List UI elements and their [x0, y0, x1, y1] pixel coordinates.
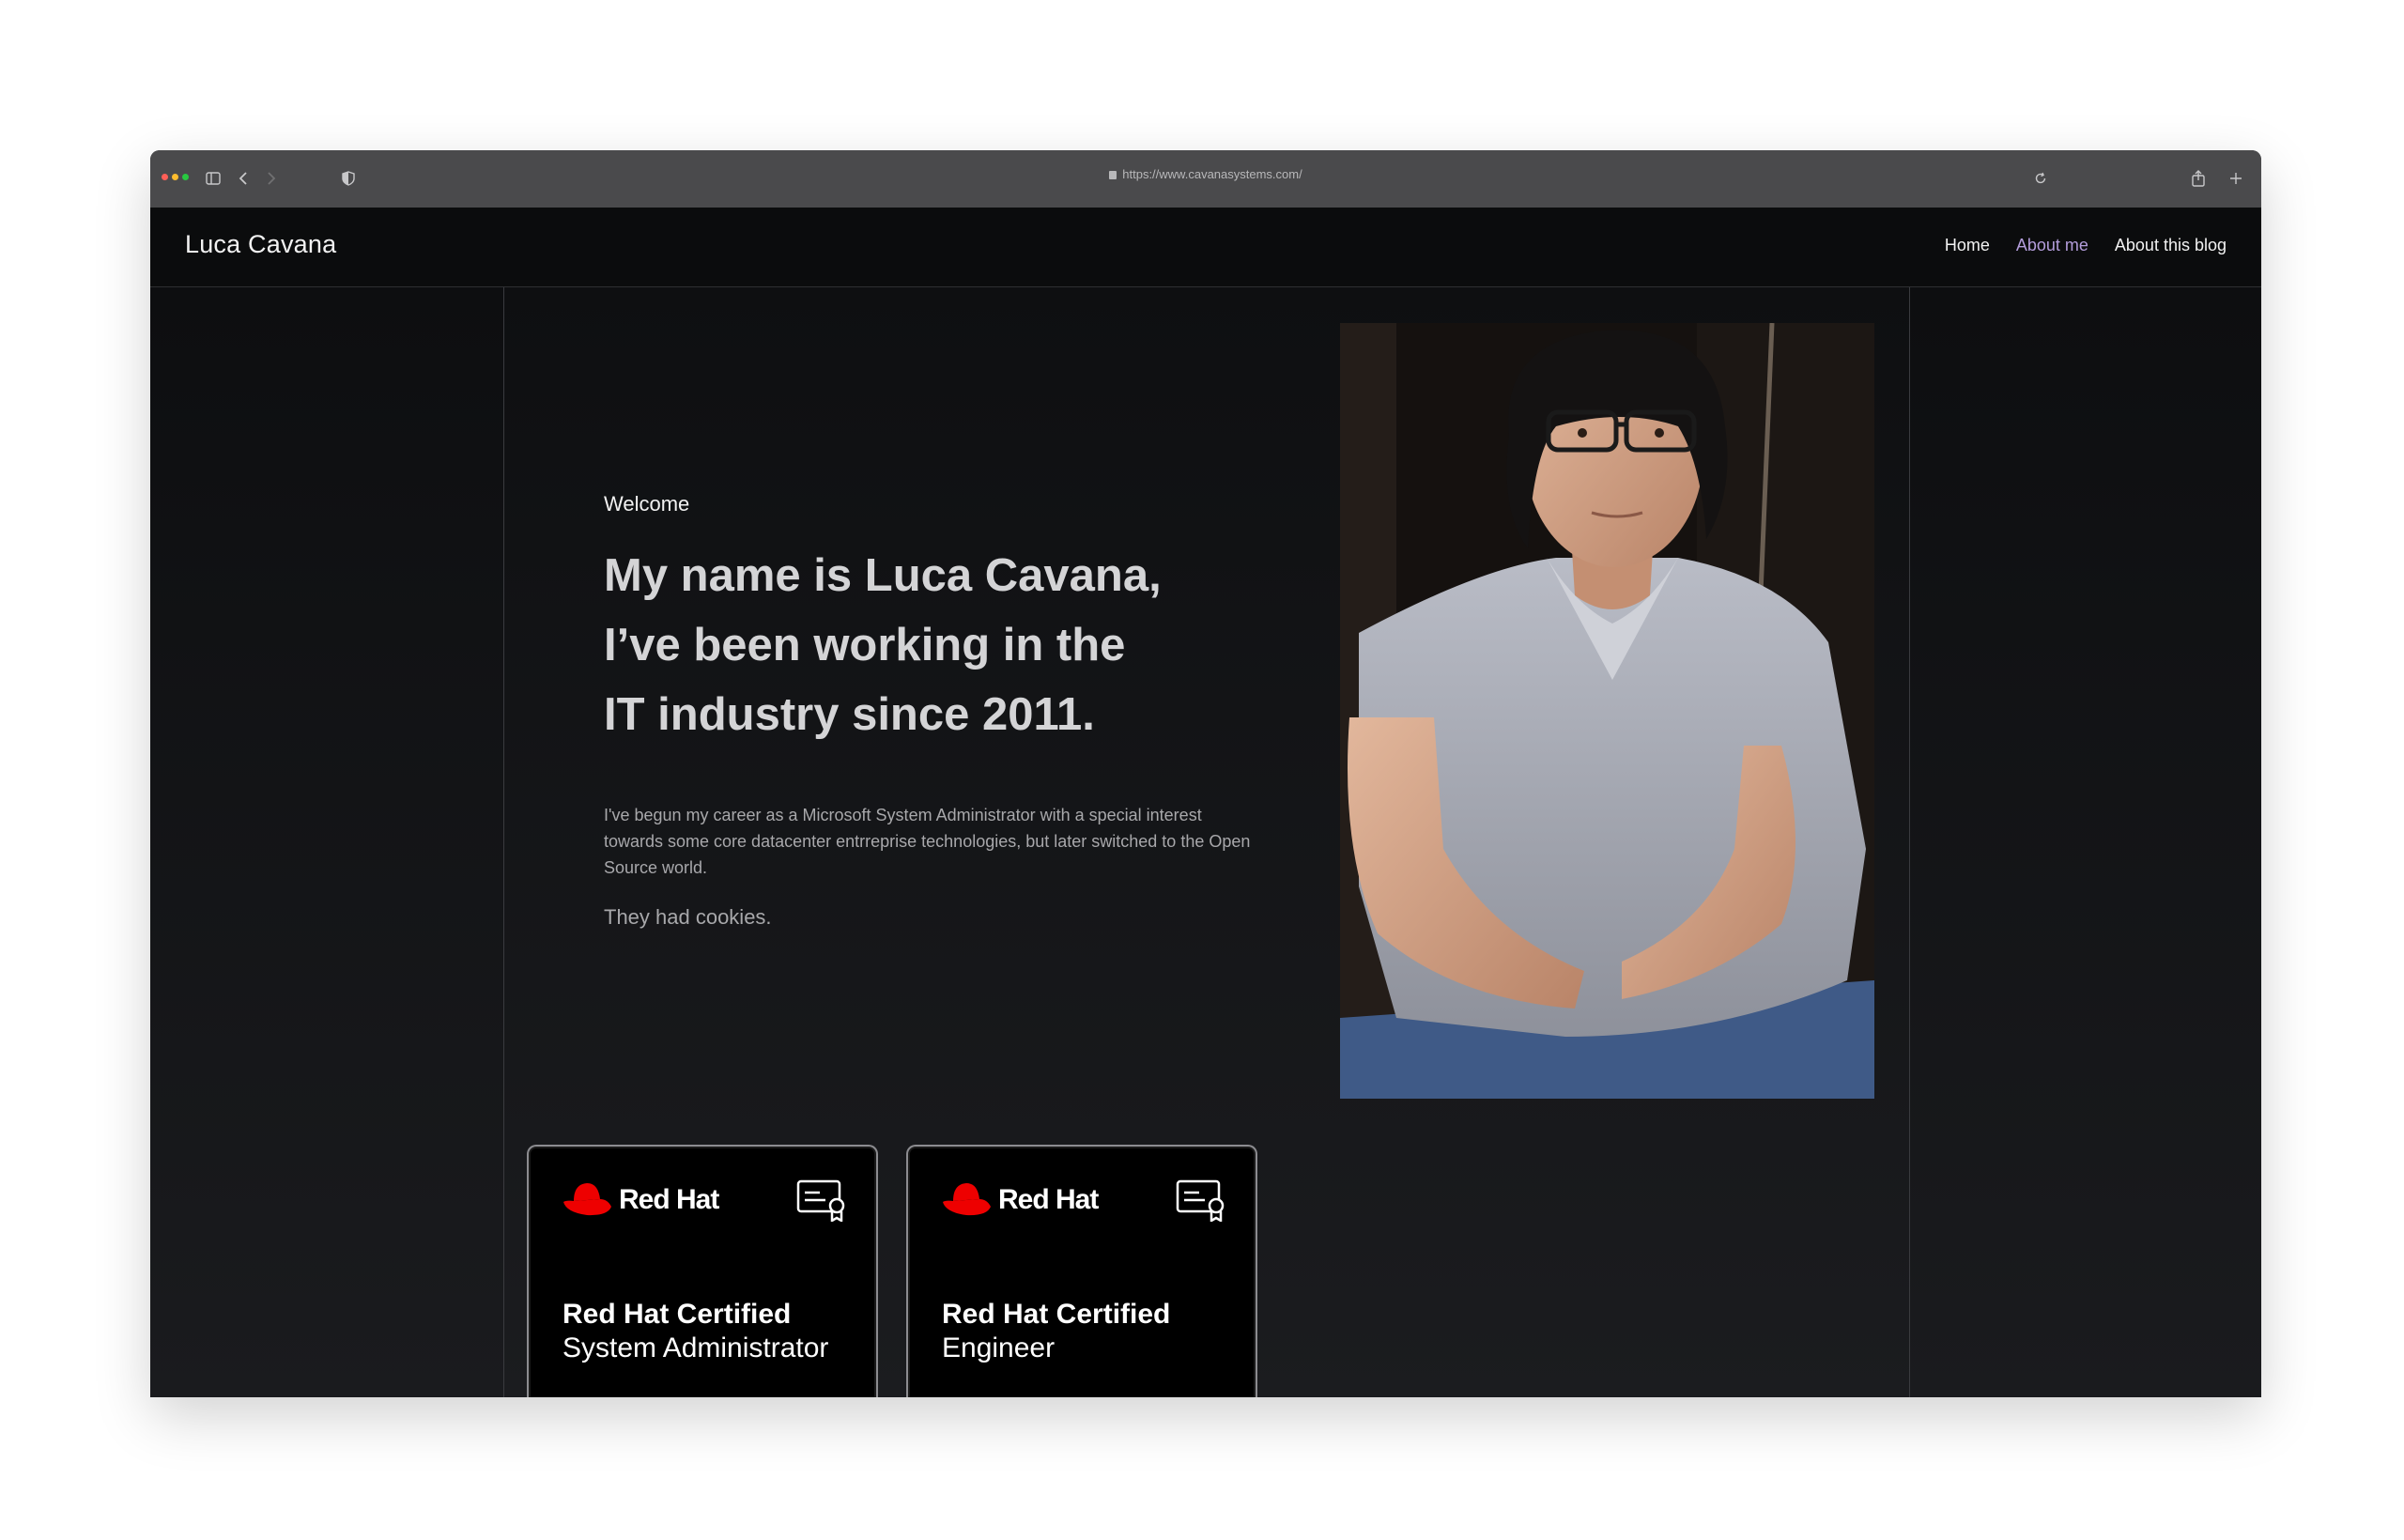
share-icon[interactable]: [2186, 166, 2211, 191]
redhat-hat-icon: [943, 1183, 991, 1216]
site-header: Luca Cavana Home About me About this blo…: [150, 208, 2261, 287]
certificate-icon: [1175, 1178, 1227, 1226]
url-text: https://www.cavanasystems.com/: [1122, 167, 1302, 181]
badge-title-bold: Red Hat Certified: [562, 1299, 792, 1330]
welcome-label: Welcome: [604, 492, 690, 516]
new-tab-icon[interactable]: [2224, 166, 2248, 191]
certification-badge-rhcsa[interactable]: Red Hat Red Hat Certified System Adminis…: [527, 1145, 878, 1397]
nav-home-link[interactable]: Home: [1945, 236, 1990, 255]
headline-line: I’ve been working in the: [604, 620, 1126, 670]
redhat-wordmark: Red Hat: [619, 1184, 719, 1215]
content-column: Welcome My name is Luca Cavana, I’ve bee…: [503, 287, 1910, 1397]
reload-icon[interactable]: [2028, 166, 2053, 191]
site-brand-link[interactable]: Luca Cavana: [185, 230, 336, 259]
badge-title-regular: Engineer: [942, 1332, 1056, 1363]
cookies-text: They had cookies.: [604, 905, 772, 929]
badge-title-regular: System Administrator: [562, 1332, 829, 1363]
portrait-photo: [1340, 323, 1874, 1099]
main-nav: Home About me About this blog: [1945, 236, 2227, 255]
redhat-wordmark: Red Hat: [998, 1184, 1099, 1215]
browser-toolbar: https://www.cavanasystems.com/: [150, 150, 2261, 208]
certification-badge-rhce[interactable]: Red Hat Red Hat Certified Engineer: [906, 1145, 1257, 1397]
nav-about-blog-link[interactable]: About this blog: [2115, 236, 2227, 255]
portrait-illustration: [1340, 323, 1874, 1099]
main-area: Welcome My name is Luca Cavana, I’ve bee…: [150, 287, 2261, 1397]
headline-line: IT industry since 2011.: [604, 689, 1095, 740]
hero-headline: My name is Luca Cavana, I’ve been workin…: [604, 541, 1280, 749]
address-bar[interactable]: https://www.cavanasystems.com/: [150, 167, 2261, 181]
nav-about-me-link[interactable]: About me: [2016, 236, 2088, 255]
lock-icon: [1109, 171, 1117, 179]
redhat-hat-icon: [563, 1183, 611, 1216]
redhat-logo: Red Hat: [940, 1180, 1099, 1220]
certificate-icon: [795, 1178, 848, 1226]
bio-paragraph: I've begun my career as a Microsoft Syst…: [604, 806, 1251, 877]
badge-title-bold: Red Hat Certified: [942, 1299, 1171, 1330]
redhat-logo: Red Hat: [561, 1180, 719, 1220]
browser-window: https://www.cavanasystems.com/ Luca Cava…: [150, 150, 2261, 1397]
headline-line: My name is Luca Cavana,: [604, 550, 1162, 601]
